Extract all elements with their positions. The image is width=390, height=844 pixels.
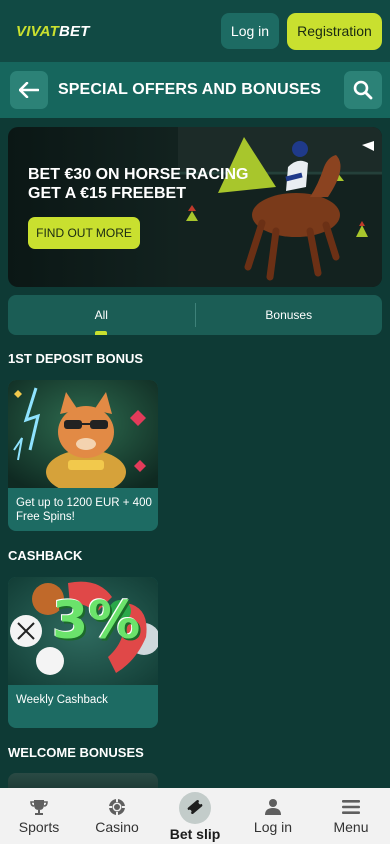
filter-tabs: All Bonuses [8, 295, 382, 335]
nav-bet-slip-label: Bet slip [169, 826, 221, 842]
bonus-card-cashback[interactable]: 3% Weekly Cashback [8, 577, 158, 728]
page-title-bar: SPECIAL OFFERS AND BONUSES [0, 62, 390, 118]
logo-bet: BET [58, 22, 90, 40]
section-title-first-deposit: 1ST DEPOSIT BONUS [8, 351, 144, 366]
nav-login-label: Log in [253, 819, 293, 835]
nav-menu[interactable]: Menu [312, 788, 390, 844]
nav-login[interactable]: Log in [234, 788, 312, 844]
card-text-first-deposit: Get up to 1200 EUR + 400 Free Spins! [16, 497, 152, 523]
horse-racing-image [178, 127, 382, 287]
trophy-icon [30, 800, 48, 815]
promo-title: BET €30 ON HORSE RACING GET A €15 FREEBE… [28, 166, 249, 202]
tab-all[interactable]: All [8, 295, 195, 335]
card-text-cashback: Weekly Cashback [16, 694, 108, 706]
nav-casino[interactable]: Casino [78, 788, 156, 844]
ticket-icon [187, 799, 203, 814]
top-header: VIVATBET Log in Registration [0, 0, 390, 62]
tab-bonuses[interactable]: Bonuses [196, 295, 383, 335]
logo-vivat: VIVAT [16, 22, 59, 40]
find-out-more-button[interactable]: FIND OUT MORE [28, 217, 140, 249]
nav-bet-slip[interactable]: Bet slip [156, 788, 234, 844]
vivatbet-logo[interactable]: VIVATBET [16, 23, 90, 40]
nav-menu-label: Menu [333, 819, 369, 835]
arrow-left-icon [19, 82, 39, 98]
tab-bonuses-label: Bonuses [265, 308, 313, 322]
nav-sports-label: Sports [18, 819, 60, 835]
login-button[interactable]: Log in [221, 13, 279, 49]
search-button[interactable] [344, 71, 382, 109]
nav-casino-label: Casino [95, 819, 139, 835]
page-title: SPECIAL OFFERS AND BONUSES [58, 81, 322, 98]
promo-banner[interactable]: BET €30 ON HORSE RACING GET A €15 FREEBE… [8, 127, 382, 287]
section-title-cashback: CASHBACK [8, 548, 83, 563]
cashback-percent-badge: 3% [52, 591, 141, 651]
chip-icon [109, 799, 125, 815]
tab-all-label: All [94, 308, 108, 322]
bonus-card-first-deposit[interactable]: Get up to 1200 EUR + 400 Free Spins! [8, 380, 158, 531]
nav-sports[interactable]: Sports [0, 788, 78, 844]
user-icon [265, 799, 281, 815]
cat-warrior-image [8, 380, 158, 488]
bet-slip-icon-holder [179, 792, 211, 824]
section-title-welcome: WELCOME BONUSES [8, 745, 144, 760]
search-icon [353, 80, 373, 100]
bottom-nav: Sports Casino Bet slip Log in Menu [0, 788, 390, 844]
registration-button[interactable]: Registration [287, 12, 382, 50]
menu-icon [342, 800, 360, 814]
back-button[interactable] [10, 71, 48, 109]
